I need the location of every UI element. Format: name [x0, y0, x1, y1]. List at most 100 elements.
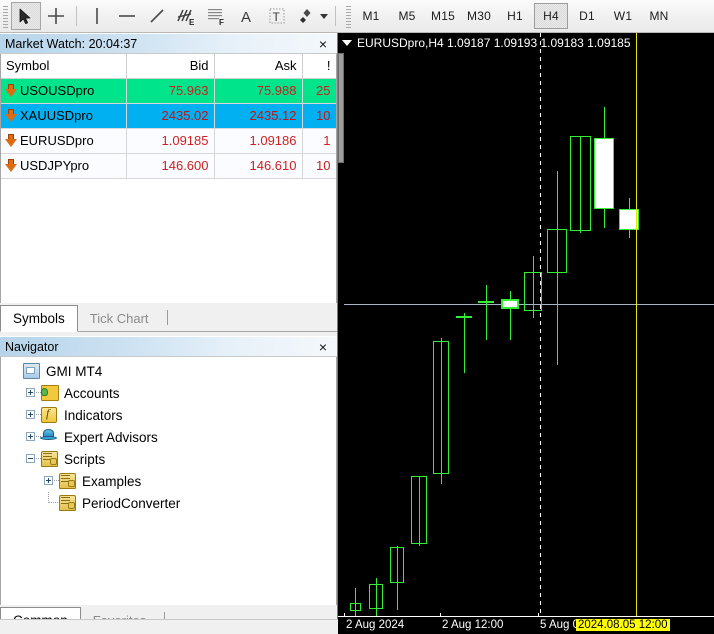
- timeframe-h1[interactable]: H1: [498, 3, 532, 29]
- market-watch-header-row: Symbol Bid Ask!: [1, 54, 336, 79]
- crosshair-vertical-line: [540, 33, 541, 616]
- expand-plus-icon[interactable]: [26, 432, 35, 441]
- candlestick: [478, 285, 494, 340]
- app-icon-wrap: [23, 363, 41, 379]
- market-watch-row[interactable]: XAUUSDpro 2435.02 2435.12 10: [1, 103, 336, 129]
- symbol-label: USOUSDpro: [20, 83, 95, 98]
- tree-item-expert-advisors[interactable]: Expert Advisors: [1, 426, 336, 448]
- chart-scrollbar-thumb[interactable]: [338, 53, 344, 163]
- tree-expander-cell[interactable]: [23, 382, 41, 404]
- chart-time-axis[interactable]: 2 Aug 2024 2 Aug 12:00 5 Aug 00:00 2024.08…: [338, 613, 714, 634]
- svg-text:F: F: [219, 18, 224, 26]
- indicators-icon-wrap: [41, 407, 59, 423]
- bid-cell[interactable]: 1.09185: [126, 128, 215, 154]
- navigator-titlebar: Navigator ×: [0, 336, 337, 357]
- fibonacci-tool[interactable]: F: [202, 2, 232, 30]
- svg-text:T: T: [273, 10, 281, 24]
- tree-item-examples[interactable]: Examples: [1, 470, 336, 492]
- chart-window[interactable]: EURUSDpro,H4 1.09187 1.09193 1.09183 1.0…: [337, 33, 714, 634]
- tree-item-indicators[interactable]: Indicators: [1, 404, 336, 426]
- tab-tick-chart[interactable]: Tick Chart: [78, 306, 161, 331]
- tree-item-label: Examples: [82, 473, 142, 489]
- horizontal-line-tool[interactable]: [112, 2, 142, 30]
- timeframe-d1[interactable]: D1: [570, 3, 604, 29]
- symbol-cell[interactable]: EURUSDpro: [1, 128, 127, 154]
- expand-plus-icon[interactable]: [26, 410, 35, 419]
- timeframe-h4[interactable]: H4: [534, 3, 568, 29]
- tree-expander-cell[interactable]: [23, 426, 41, 448]
- cursor-tool[interactable]: [11, 2, 41, 30]
- spread-cell[interactable]: 25: [302, 78, 336, 104]
- navigator-panel: Navigator × GMI MT4 Accounts Indicators Exp…: [0, 336, 337, 634]
- tree-expander-cell[interactable]: [23, 448, 41, 470]
- vertical-line-tool[interactable]: [82, 2, 112, 30]
- accounts-icon: [41, 385, 59, 401]
- tab-symbols[interactable]: Symbols: [0, 305, 78, 332]
- scripts-icon-wrap: [41, 451, 59, 467]
- trendline-tool[interactable]: [142, 2, 172, 30]
- spread-cell[interactable]: 1: [302, 128, 336, 154]
- bid-cell[interactable]: 2435.02: [126, 103, 215, 129]
- tree-expander-cell[interactable]: [23, 404, 41, 426]
- toolbar-grip-2[interactable]: [345, 4, 352, 28]
- candle-wick: [463, 313, 465, 373]
- tree-item-gmi-mt4[interactable]: GMI MT4: [1, 360, 336, 382]
- timeframe-w1[interactable]: W1: [606, 3, 640, 29]
- chart-vertical-scrollbar[interactable]: [338, 53, 344, 616]
- crosshair-tool[interactable]: [41, 2, 71, 30]
- tree-expander-cell[interactable]: [41, 470, 59, 492]
- timeframe-m5[interactable]: M5: [390, 3, 424, 29]
- shapes-tool[interactable]: [292, 2, 322, 30]
- time-axis-tick: [344, 613, 345, 617]
- symbol-cell[interactable]: XAUUSDpro: [1, 103, 127, 129]
- expand-plus-icon[interactable]: [44, 476, 53, 485]
- spread-cell[interactable]: 10: [302, 103, 336, 129]
- elliott-wave-tool[interactable]: E: [172, 2, 202, 30]
- spread-cell[interactable]: 10: [302, 153, 336, 179]
- market-watch-row[interactable]: USDJPYpro 146.600 146.610 10: [1, 153, 336, 179]
- text-tool[interactable]: A: [232, 2, 262, 30]
- mw-column-header-symbol[interactable]: Symbol: [1, 54, 127, 79]
- tree-item-accounts[interactable]: Accounts: [1, 382, 336, 404]
- chart-canvas[interactable]: EURUSDpro,H4 1.09187 1.09193 1.09183 1.0…: [338, 33, 714, 616]
- time-axis-label: 2 Aug 2024: [346, 619, 405, 631]
- market-watch-row[interactable]: USOUSDpro 75.963 75.988 25: [1, 78, 336, 104]
- candlestick: [350, 588, 361, 616]
- expert-advisors-icon-wrap: [41, 429, 59, 445]
- text-label-tool[interactable]: T: [262, 2, 292, 30]
- arrow-down-icon: [5, 109, 17, 122]
- symbol-cell[interactable]: USDJPYpro: [1, 153, 127, 179]
- mw-column-header-bid[interactable]: Bid: [126, 54, 215, 79]
- mw-column-header-[interactable]: !: [302, 54, 336, 79]
- expand-plus-icon[interactable]: [26, 388, 35, 397]
- market-watch-rows: USOUSDpro 75.963 75.988 25 XAUUSDpro 2435.02 2…: [1, 78, 336, 179]
- bid-cell[interactable]: 146.600: [126, 153, 215, 179]
- symbol-cell[interactable]: USOUSDpro: [1, 78, 127, 104]
- toolbar-grip-1[interactable]: [2, 4, 9, 28]
- candle-wick: [485, 285, 487, 340]
- cursor-icon: [19, 8, 31, 24]
- timeframe-m30[interactable]: M30: [462, 3, 496, 29]
- timeframe-m15[interactable]: M15: [426, 3, 460, 29]
- market-watch-close-icon[interactable]: ×: [313, 34, 333, 54]
- ask-cell[interactable]: 75.988: [214, 78, 303, 104]
- horizontal-line-icon: [119, 15, 135, 17]
- chart-header-text: EURUSDpro,H4 1.09187 1.09193 1.09183 1.0…: [357, 36, 631, 50]
- chart-menu-caret-icon[interactable]: [342, 40, 352, 46]
- navigator-close-icon[interactable]: ×: [313, 337, 333, 357]
- left-dock: Market Watch: 20:04:37 × Symbol Bid Ask! U…: [0, 33, 337, 634]
- timeframe-mn[interactable]: MN: [642, 3, 676, 29]
- ask-cell[interactable]: 2435.12: [214, 103, 303, 129]
- tree-item-scripts[interactable]: Scripts: [1, 448, 336, 470]
- mw-column-header-ask[interactable]: Ask: [214, 54, 303, 79]
- expert-advisors-icon: [41, 429, 57, 443]
- tree-item-periodconverter[interactable]: PeriodConverter: [1, 492, 336, 514]
- tree-connector: [49, 502, 59, 503]
- scripts-icon-wrap: [59, 495, 77, 511]
- ask-cell[interactable]: 146.610: [214, 153, 303, 179]
- market-watch-row[interactable]: EURUSDpro 1.09185 1.09186 1: [1, 128, 336, 154]
- ask-cell[interactable]: 1.09186: [214, 128, 303, 154]
- bid-cell[interactable]: 75.963: [126, 78, 215, 104]
- collapse-minus-icon[interactable]: [26, 454, 35, 463]
- timeframe-m1[interactable]: M1: [354, 3, 388, 29]
